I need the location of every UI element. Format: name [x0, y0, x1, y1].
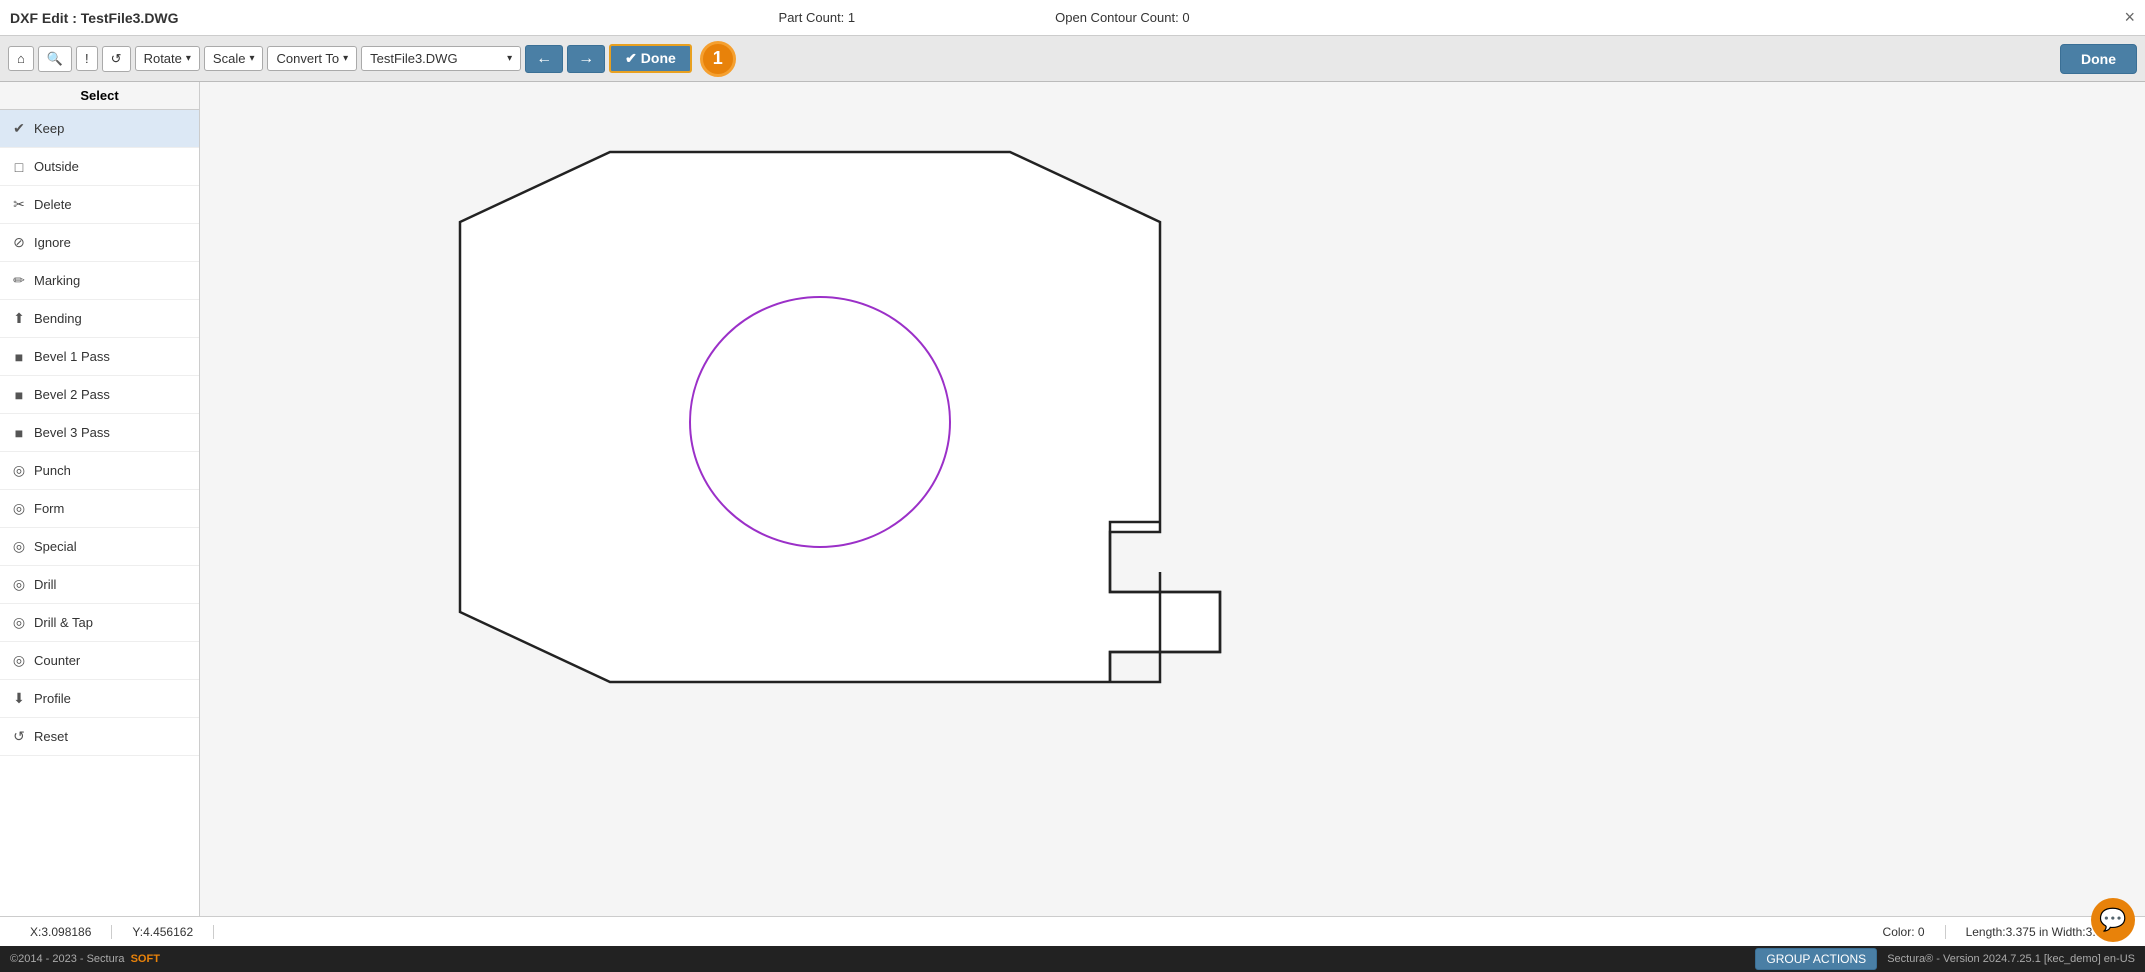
sidebar-label-drilltap: Drill & Tap — [34, 615, 93, 630]
next-button[interactable]: → — [567, 45, 605, 73]
sidebar-item-delete[interactable]: ✂ Delete — [0, 186, 199, 224]
sidebar-label-delete: Delete — [34, 197, 72, 212]
chat-bubble[interactable]: 💬 — [2091, 898, 2135, 942]
punch-icon: ◎ — [10, 462, 28, 479]
sidebar-item-bending[interactable]: ⬆ Bending — [0, 300, 199, 338]
delete-icon: ✂ — [10, 196, 28, 213]
sidebar-label-form: Form — [34, 501, 64, 516]
sidebar-label-drill: Drill — [34, 577, 56, 592]
marking-icon: ✏ — [10, 272, 28, 289]
counter-icon: ◎ — [10, 652, 28, 669]
status-bar: X:3.098186 Y:4.456162 Color: 0 Length:3.… — [0, 916, 2145, 946]
group-actions-button[interactable]: GROUP ACTIONS — [1755, 948, 1877, 970]
convert-to-dropdown[interactable]: Convert To — [267, 46, 357, 71]
sidebar-item-bevel1[interactable]: ■ Bevel 1 Pass — [0, 338, 199, 376]
toolbar: ⌂ 🔍 ! ↺ Rotate Scale Convert To TestFile… — [0, 36, 2145, 82]
ignore-icon: ⊘ — [10, 234, 28, 251]
sidebar-label-outside: Outside — [34, 159, 79, 174]
sidebar-label-keep: Keep — [34, 121, 64, 136]
drilltap-icon: ◎ — [10, 614, 28, 631]
reset-icon: ↺ — [10, 728, 28, 745]
sidebar-label-bending: Bending — [34, 311, 82, 326]
done-button-right[interactable]: Done — [2060, 44, 2137, 74]
main-layout: Select ✔ Keep □ Outside ✂ Delete ⊘ Ignor… — [0, 82, 2145, 916]
sidebar-label-marking: Marking — [34, 273, 80, 288]
sidebar-label-punch: Punch — [34, 463, 71, 478]
y-coord: Y:4.456162 — [112, 925, 214, 939]
sidebar-item-counter[interactable]: ◎ Counter — [0, 642, 199, 680]
bevel3-icon: ■ — [10, 425, 28, 441]
title-bar: DXF Edit : TestFile3.DWG Part Count: 1 O… — [0, 0, 2145, 36]
canvas-area[interactable] — [200, 82, 2145, 916]
sidebar-item-punch[interactable]: ◎ Punch — [0, 452, 199, 490]
footer: ©2014 - 2023 - Sectura SOFT GROUP ACTION… — [0, 946, 2145, 972]
copyright: ©2014 - 2023 - Sectura SOFT — [10, 953, 160, 965]
sidebar-item-outside[interactable]: □ Outside — [0, 148, 199, 186]
prev-button[interactable]: ← — [525, 45, 563, 73]
bevel1-icon: ■ — [10, 349, 28, 365]
sidebar-label-reset: Reset — [34, 729, 68, 744]
profile-icon: ⬇ — [10, 690, 28, 707]
sidebar-item-drill[interactable]: ◎ Drill — [0, 566, 199, 604]
sidebar-item-bevel2[interactable]: ■ Bevel 2 Pass — [0, 376, 199, 414]
home-button[interactable]: ⌂ — [8, 46, 34, 71]
sidebar-item-form[interactable]: ◎ Form — [0, 490, 199, 528]
special-icon: ◎ — [10, 538, 28, 555]
main-shape — [460, 152, 1220, 682]
search-button[interactable]: 🔍 — [38, 46, 72, 72]
dxf-canvas — [260, 102, 1860, 852]
footer-right: GROUP ACTIONS Sectura® - Version 2024.7.… — [1755, 948, 2135, 970]
sidebar-label-profile: Profile — [34, 691, 71, 706]
version-info: Sectura® - Version 2024.7.25.1 [kec_demo… — [1887, 953, 2135, 965]
rotate-dropdown[interactable]: Rotate — [135, 46, 200, 71]
done-button-inline[interactable]: ✔ Done — [609, 44, 692, 73]
undo-button[interactable]: ↺ — [102, 46, 131, 72]
part-count: Part Count: 1 — [779, 10, 856, 25]
info-button[interactable]: ! — [76, 46, 98, 71]
sidebar-item-drilltap[interactable]: ◎ Drill & Tap — [0, 604, 199, 642]
sidebar-item-profile[interactable]: ⬇ Profile — [0, 680, 199, 718]
sidebar-item-keep[interactable]: ✔ Keep — [0, 110, 199, 148]
sidebar-label-bevel2: Bevel 2 Pass — [34, 387, 110, 402]
form-icon: ◎ — [10, 500, 28, 517]
sidebar: Select ✔ Keep □ Outside ✂ Delete ⊘ Ignor… — [0, 82, 200, 916]
sidebar-label-bevel1: Bevel 1 Pass — [34, 349, 110, 364]
x-coord: X:3.098186 — [10, 925, 112, 939]
bevel2-icon: ■ — [10, 387, 28, 403]
drill-icon: ◎ — [10, 576, 28, 593]
sidebar-item-special[interactable]: ◎ Special — [0, 528, 199, 566]
scale-dropdown[interactable]: Scale — [204, 46, 264, 71]
file-select[interactable]: TestFile3.DWG — [361, 46, 521, 71]
close-button[interactable]: × — [2124, 7, 2135, 28]
sidebar-item-bevel3[interactable]: ■ Bevel 3 Pass — [0, 414, 199, 452]
sidebar-label-ignore: Ignore — [34, 235, 71, 250]
sidebar-label-special: Special — [34, 539, 77, 554]
color-value: Color: 0 — [1863, 925, 1946, 939]
sidebar-item-ignore[interactable]: ⊘ Ignore — [0, 224, 199, 262]
badge-circle: 1 — [700, 41, 736, 77]
sidebar-header: Select — [0, 82, 199, 110]
sidebar-item-marking[interactable]: ✏ Marking — [0, 262, 199, 300]
keep-icon: ✔ — [10, 120, 28, 137]
sidebar-item-reset[interactable]: ↺ Reset — [0, 718, 199, 756]
outside-icon: □ — [10, 159, 28, 175]
contour-count: Open Contour Count: 0 — [1055, 10, 1189, 25]
bending-icon: ⬆ — [10, 310, 28, 327]
sidebar-label-bevel3: Bevel 3 Pass — [34, 425, 110, 440]
sidebar-label-counter: Counter — [34, 653, 80, 668]
app-title: DXF Edit : TestFile3.DWG — [10, 10, 179, 26]
